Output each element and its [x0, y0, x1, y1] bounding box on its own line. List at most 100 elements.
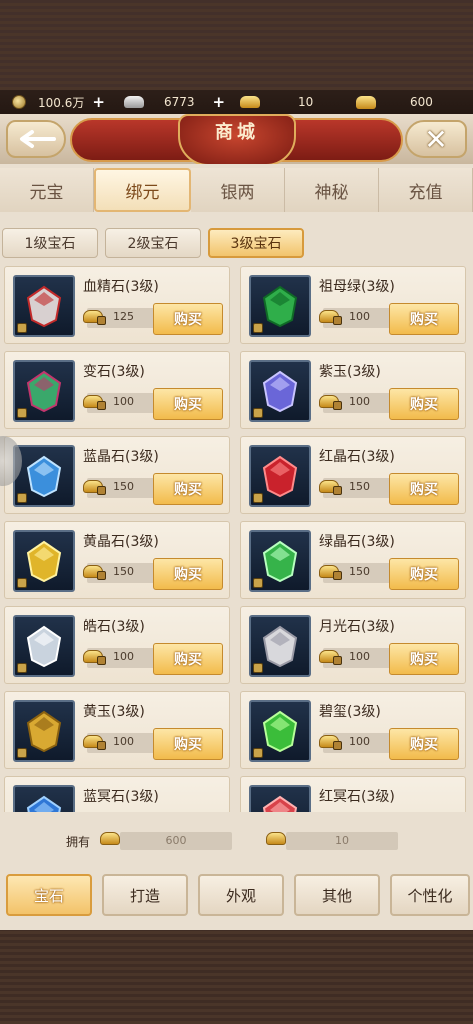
bound-gold-price-icon	[83, 392, 107, 412]
buy-button[interactable]: 购买	[153, 558, 223, 590]
gem-icon[interactable]	[249, 530, 311, 592]
buy-button[interactable]: 购买	[389, 728, 459, 760]
gem-icon[interactable]	[249, 275, 311, 337]
item-list[interactable]: 血精石(3级) 125 购买 祖母绿(3级) 100 购买 变石(3级) 100 购买 紫玉(3级…	[4, 266, 469, 812]
buy-button[interactable]: 购买	[389, 388, 459, 420]
gem-graphic	[262, 455, 298, 498]
item-card: 黄晶石(3级) 150 购买	[4, 521, 230, 599]
buy-button[interactable]: 购买	[389, 558, 459, 590]
item-price: 100	[349, 735, 370, 748]
subtab-level-1[interactable]: 1级宝石	[2, 228, 98, 258]
item-card: 变石(3级) 100 购买	[4, 351, 230, 429]
close-button[interactable]: ✕	[405, 120, 467, 158]
buy-button[interactable]: 购买	[153, 303, 223, 335]
subtab-level-2[interactable]: 2级宝石	[105, 228, 201, 258]
item-name: 黄晶石(3级)	[83, 534, 159, 550]
silver-amount: 6773	[164, 95, 195, 109]
subtab-level-3[interactable]: 3级宝石	[208, 228, 304, 258]
bound-lock-icon	[253, 493, 263, 503]
add-silver-icon[interactable]: +	[213, 93, 226, 111]
gem-icon[interactable]	[13, 700, 75, 762]
item-name: 蓝晶石(3级)	[83, 449, 159, 465]
bound-lock-icon	[17, 408, 27, 418]
gem-graphic	[26, 625, 62, 668]
bound-lock-icon	[253, 323, 263, 333]
gem-icon[interactable]	[249, 445, 311, 507]
gem-icon[interactable]	[13, 530, 75, 592]
silver-ingot-icon	[124, 96, 144, 108]
gem-graphic	[262, 370, 298, 413]
owned-bar: 拥有 600 10	[0, 826, 473, 856]
nav-gems[interactable]: 宝石	[6, 874, 92, 916]
item-name: 碧玺(3级)	[319, 704, 381, 720]
bound-gold-price-icon	[83, 732, 107, 752]
gem-graphic	[26, 285, 62, 328]
item-card: 月光石(3级) 100 购买	[240, 606, 466, 684]
item-name: 紫玉(3级)	[319, 364, 381, 380]
item-name: 黄玉(3级)	[83, 704, 145, 720]
item-card: 蓝晶石(3级) 150 购买	[4, 436, 230, 514]
item-card: 皓石(3级) 100 购买	[4, 606, 230, 684]
buy-button[interactable]: 购买	[153, 643, 223, 675]
bound-gold-price-icon	[83, 477, 107, 497]
bound-gold-price-icon	[83, 562, 107, 582]
bound-gold-price-icon	[83, 647, 107, 667]
buy-button[interactable]: 购买	[153, 728, 223, 760]
bound-lock-icon	[17, 323, 27, 333]
tab-mystery[interactable]: 神秘	[285, 168, 379, 212]
nav-appearance[interactable]: 外观	[198, 874, 284, 916]
item-card: 蓝冥石(3级)	[4, 776, 230, 812]
nav-other[interactable]: 其他	[294, 874, 380, 916]
top-background	[0, 0, 473, 90]
gem-icon[interactable]	[13, 615, 75, 677]
owned-gold-icon	[266, 832, 286, 845]
bound-gold-price-icon	[319, 562, 343, 582]
bound-gold-price-icon	[319, 477, 343, 497]
buy-button[interactable]: 购买	[389, 473, 459, 505]
nav-crafting[interactable]: 打造	[102, 874, 188, 916]
item-name: 月光石(3级)	[319, 619, 395, 635]
item-card: 绿晶石(3级) 150 购买	[240, 521, 466, 599]
gem-graphic	[26, 795, 62, 812]
item-card: 血精石(3级) 125 购买	[4, 266, 230, 344]
gem-icon[interactable]	[249, 785, 311, 812]
tab-yuanbao[interactable]: 元宝	[0, 168, 94, 212]
silver-currency: 6773 +	[124, 90, 225, 114]
bound-gold-price-icon	[319, 307, 343, 327]
bound-gold-currency: 600	[356, 90, 433, 114]
gem-icon[interactable]	[13, 445, 75, 507]
item-name: 蓝冥石(3级)	[83, 789, 159, 805]
gem-icon[interactable]	[13, 275, 75, 337]
buy-button[interactable]: 购买	[153, 473, 223, 505]
nav-personalize[interactable]: 个性化	[390, 874, 470, 916]
buy-button[interactable]: 购买	[389, 303, 459, 335]
gem-icon[interactable]	[13, 360, 75, 422]
buy-button[interactable]: 购买	[153, 388, 223, 420]
add-copper-icon[interactable]: +	[92, 93, 105, 111]
bound-lock-icon	[253, 408, 263, 418]
gem-icon[interactable]	[249, 615, 311, 677]
currency-bar: 100.6万 + 6773 + 10 600	[0, 90, 473, 114]
gold-currency: 10	[240, 90, 313, 114]
item-price: 150	[113, 480, 134, 493]
gem-icon[interactable]	[13, 785, 75, 812]
item-card: 紫玉(3级) 100 购买	[240, 351, 466, 429]
bottom-background	[0, 930, 473, 1024]
buy-button[interactable]: 购买	[389, 643, 459, 675]
back-button[interactable]	[6, 120, 66, 158]
tab-bound-yuan[interactable]: 绑元	[94, 168, 191, 212]
bound-gold-price-icon	[319, 647, 343, 667]
gem-icon[interactable]	[249, 360, 311, 422]
tab-silver[interactable]: 银两	[191, 168, 285, 212]
gem-graphic	[262, 285, 298, 328]
gem-graphic	[26, 455, 62, 498]
currency-tabs: 元宝 绑元 银两 神秘 充值	[0, 168, 473, 212]
bound-gold-amount: 600	[410, 95, 433, 109]
bound-lock-icon	[253, 748, 263, 758]
item-name: 血精石(3级)	[83, 279, 159, 295]
gem-icon[interactable]	[249, 700, 311, 762]
bottom-nav: 宝石 打造 外观 其他 个性化	[0, 870, 473, 920]
tab-recharge[interactable]: 充值	[379, 168, 473, 212]
item-price: 100	[349, 650, 370, 663]
gold-ingot-icon	[240, 96, 260, 108]
